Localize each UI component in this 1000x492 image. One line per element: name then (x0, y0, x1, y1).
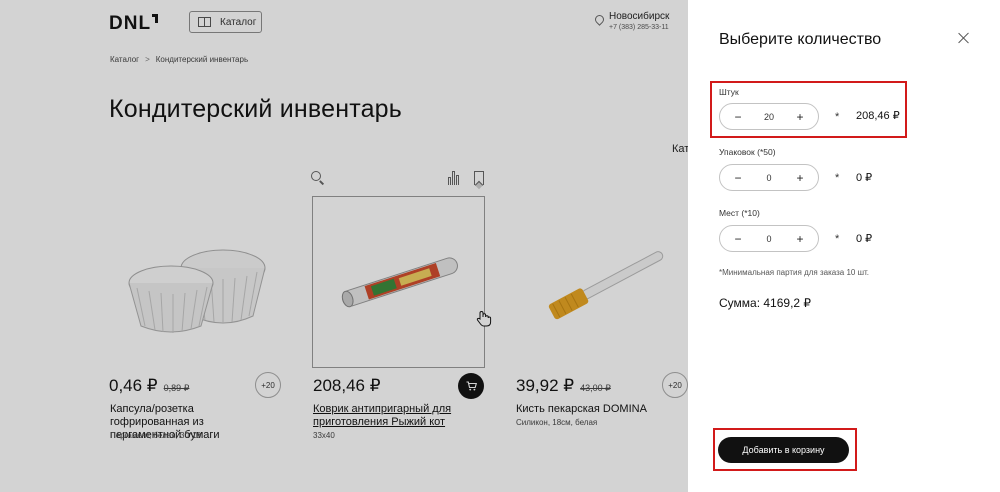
order-sum: Сумма: 4169,2 ₽ (719, 296, 812, 310)
close-icon[interactable] (957, 31, 971, 45)
increase-button[interactable]: + (793, 232, 807, 246)
places-label: Мест (*10) (719, 208, 760, 218)
minimum-order-note: *Минимальная партия для заказа 10 шт. (719, 268, 870, 277)
places-input[interactable] (749, 233, 789, 244)
multiply-sign: * (835, 172, 840, 184)
highlight-box-add-button (713, 428, 857, 471)
packs-stepper: − + (719, 164, 819, 191)
quantity-panel: Выберите количество Штук − + * 208,46 ₽ … (688, 0, 1000, 492)
panel-title: Выберите количество (719, 31, 882, 48)
packs-total: 0 ₽ (856, 172, 873, 184)
increase-button[interactable]: + (793, 171, 807, 185)
multiply-sign: * (835, 233, 840, 245)
modal-backdrop[interactable] (0, 0, 688, 492)
packs-input[interactable] (749, 172, 789, 183)
highlight-box-pieces (710, 81, 907, 138)
decrease-button[interactable]: − (731, 171, 745, 185)
packs-label: Упаковок (*50) (719, 147, 776, 157)
places-total: 0 ₽ (856, 233, 873, 245)
places-stepper: − + (719, 225, 819, 252)
decrease-button[interactable]: − (731, 232, 745, 246)
